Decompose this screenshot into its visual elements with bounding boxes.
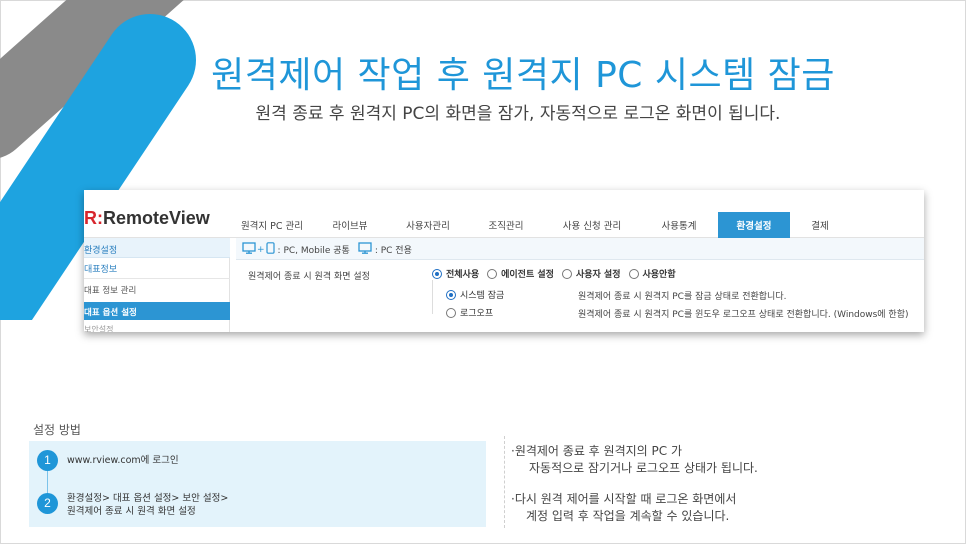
step-number: 1	[37, 450, 58, 471]
step-text: 환경설정> 대표 옵션 설정> 보안 설정>	[67, 493, 229, 504]
step-text: www.rview.com에 로그인	[67, 455, 179, 466]
app-window: R:RemoteView 원격지 PC 관리 라이브뷰 사용자관리 조직관리 사…	[84, 190, 924, 332]
radio-button[interactable]	[446, 307, 456, 318]
option-label: 사용자 설정	[575, 270, 621, 280]
sidebar-item-option-settings[interactable]: 대표 옵션 설정	[84, 302, 230, 320]
sidebar: 환경설정 대표정보 대표 정보 관리 대표 옵션 설정 보안설정	[84, 238, 230, 332]
note-line: 계정 입력 후 작업을 계속할 수 있습니다.	[526, 509, 730, 523]
note-line: ·원격제어 종료 후 원격지의 PC 가	[511, 444, 682, 458]
app-header: R:RemoteView 원격지 PC 관리 라이브뷰 사용자관리 조직관리 사…	[84, 190, 924, 238]
divider	[504, 436, 505, 528]
nav-item-payment[interactable]: 결제	[790, 212, 850, 238]
legend-pc-only: : PC 전용	[374, 246, 412, 256]
radio-button[interactable]	[561, 268, 572, 279]
radio-button[interactable]	[446, 289, 456, 300]
nav-item-org-management[interactable]: 조직관리	[468, 212, 544, 238]
option-label: 전체사용	[446, 270, 480, 280]
option-user[interactable]: 사용자 설정	[561, 267, 621, 280]
option-label: 에이전트 설정	[501, 270, 554, 280]
step-number: 2	[37, 493, 58, 514]
radio-button[interactable]	[487, 268, 498, 279]
radio-button[interactable]	[628, 268, 639, 279]
legend: + : PC, Mobile 공통 : PC 전용	[242, 242, 412, 257]
option-label: 사용안함	[642, 270, 676, 280]
settings-content: + : PC, Mobile 공통 : PC 전용 원격제어 종료 시 원격 화…	[236, 238, 924, 332]
sub-option-label: 시스템 잠금	[460, 291, 505, 301]
note-line: ·다시 원격 제어를 시작할 때 로그온 화면에서	[511, 492, 737, 506]
page-subtitle: 원격 종료 후 원격지 PC의 화면을 잠가, 자동적으로 로그온 화면이 됩니…	[255, 104, 781, 124]
option-all[interactable]: 전체사용	[432, 267, 479, 280]
monitor-icon	[242, 242, 256, 257]
logo-mark: R:	[84, 208, 103, 228]
nav-item-settings[interactable]: 환경설정	[718, 212, 790, 238]
sidebar-item-security[interactable]: 보안설정	[84, 324, 113, 332]
main-nav: 원격지 PC 관리 라이브뷰 사용자관리 조직관리 사용 신청 관리 사용통계 …	[232, 212, 850, 238]
sub-option-desc: 원격제어 종료 시 원격지 PC를 윈도우 로그오프 상태로 전환합니다. (W…	[578, 310, 909, 320]
nav-item-request-management[interactable]: 사용 신청 관리	[544, 212, 640, 238]
nav-item-statistics[interactable]: 사용통계	[640, 212, 718, 238]
page-title: 원격제어 작업 후 원격지 PC 시스템 잠금	[211, 55, 835, 96]
sub-option-logoff[interactable]: 로그오프	[446, 306, 493, 319]
sub-option-guide	[432, 280, 433, 314]
monitor-icon	[358, 242, 372, 257]
sub-option-system-lock[interactable]: 시스템 잠금	[446, 288, 504, 301]
setting-label: 원격제어 종료 시 원격 화면 설정	[248, 272, 370, 282]
sidebar-divider	[84, 278, 230, 279]
logo-text: RemoteView	[103, 208, 210, 228]
sidebar-header[interactable]: 환경설정	[84, 238, 230, 258]
sub-option-label: 로그오프	[460, 309, 494, 319]
nav-item-pc-management[interactable]: 원격지 PC 관리	[232, 212, 312, 238]
legend-bar: + : PC, Mobile 공통 : PC 전용	[236, 238, 924, 260]
sidebar-item-info-management[interactable]: 대표 정보 관리	[84, 284, 136, 296]
step-text: 원격제어 종료 시 원격 화면 설정	[67, 506, 196, 517]
screen-option-group: 전체사용 에이전트 설정 사용자 설정 사용안함	[432, 267, 684, 280]
plus-icon: +	[257, 244, 265, 255]
nav-item-liveview[interactable]: 라이브뷰	[312, 212, 388, 238]
note-line: 자동적으로 잠기거나 로그오프 상태가 됩니다.	[529, 461, 758, 475]
nav-item-user-management[interactable]: 사용자관리	[388, 212, 468, 238]
steps-panel: 1 www.rview.com에 로그인 2 환경설정> 대표 옵션 설정> 보…	[29, 441, 486, 527]
remoteview-logo[interactable]: R:RemoteView	[84, 208, 210, 229]
sidebar-item-company-info[interactable]: 대표정보	[84, 262, 117, 275]
sub-option-desc: 원격제어 종료 시 원격지 PC를 잠금 상태로 전환합니다.	[578, 292, 787, 302]
radio-button[interactable]	[432, 268, 442, 279]
option-agent[interactable]: 에이전트 설정	[487, 267, 554, 280]
legend-pc-mobile: : PC, Mobile 공통	[277, 246, 350, 256]
mobile-icon	[265, 242, 275, 257]
how-to-label: 설정 방법	[33, 423, 81, 437]
option-none[interactable]: 사용안함	[628, 267, 676, 280]
